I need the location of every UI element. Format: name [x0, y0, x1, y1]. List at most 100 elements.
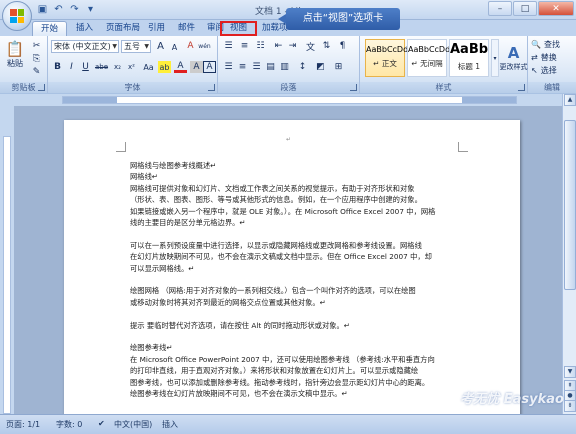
format-painter-icon[interactable]: ✎	[30, 66, 43, 78]
text-line: 可以在一系列预设度量中进行选择，以显示或隐藏网格线或更改网格和参考线设置。网格线	[130, 240, 422, 250]
text-line: 提示 要临时替代对齐选项，请在按住 Alt 的同时拖动形状或对象。↵	[130, 320, 350, 330]
undo-icon[interactable]: ↶	[52, 3, 65, 16]
shading-icon[interactable]: ◩	[314, 61, 327, 73]
ruler-right-margin	[462, 97, 516, 103]
tab-references[interactable]: 引用	[140, 21, 173, 36]
font-color-button[interactable]: A	[174, 61, 187, 73]
vertical-ruler[interactable]	[0, 106, 14, 414]
status-language[interactable]: 中文(中国)	[114, 419, 152, 430]
shrink-font-icon[interactable]: A	[168, 41, 181, 53]
show-marks-icon[interactable]: ¶	[336, 40, 349, 52]
clipboard-launcher-icon[interactable]	[38, 84, 45, 91]
distributed-icon[interactable]: ▥	[278, 61, 291, 73]
style-heading-1[interactable]: AaBb 标题 1	[449, 39, 489, 77]
maximize-button[interactable]: □	[513, 1, 537, 16]
character-border-button[interactable]: A	[203, 61, 216, 73]
select-icon: ↖	[531, 66, 538, 75]
cut-icon[interactable]: ✂	[30, 40, 43, 52]
character-shading-button[interactable]: A	[190, 61, 203, 73]
chevron-down-icon: ▼	[112, 43, 117, 50]
next-page-icon[interactable]: ⇟	[564, 400, 576, 412]
italic-button[interactable]: I	[65, 61, 78, 73]
find-icon: 🔍	[531, 40, 541, 49]
document-page[interactable]: ↵ 网格线与绘图参考线概述↵ 网格线↵ 网格线可提供对象和幻灯片、文档或工作表之间关…	[64, 120, 520, 414]
scroll-thumb[interactable]	[564, 120, 576, 290]
superscript-button[interactable]: x²	[125, 61, 138, 73]
text-line: 可以显示网格线。↵	[130, 263, 195, 273]
bullets-icon[interactable]: ☰	[222, 40, 235, 52]
spelling-check-icon[interactable]: ✔	[98, 419, 105, 428]
underline-button[interactable]: U	[79, 61, 92, 73]
chevron-down-icon: ▼	[144, 43, 149, 50]
save-icon[interactable]: ▣	[36, 3, 49, 16]
qat-dropdown-icon[interactable]: ▾	[84, 3, 97, 16]
minimize-button[interactable]: –	[488, 1, 512, 16]
styles-group-label: 样式	[360, 82, 527, 93]
borders-icon[interactable]: ⊞	[332, 61, 345, 73]
multilevel-list-icon[interactable]: ☷	[254, 40, 267, 52]
scroll-up-icon[interactable]: ▲	[564, 94, 576, 106]
strikethrough-button[interactable]: abe	[95, 61, 108, 73]
text-line: 网格线可提供对象和幻灯片、文档或工作表之间关系的视觉提示，有助于对齐形状和对象	[130, 183, 415, 193]
quick-access-toolbar: ▣ ↶ ↷ ▾	[36, 3, 97, 16]
sort-icon[interactable]: ⇅	[320, 40, 333, 52]
paste-button[interactable]: 📋 粘贴	[4, 39, 26, 69]
justify-icon[interactable]: ▤	[264, 61, 277, 73]
clear-format-icon[interactable]: A	[184, 40, 197, 52]
styles-group: AaBbCcDd ↵ 正文 AaBbCcDd ↵ 无间隔 AaBb 标题 1 ▾…	[360, 36, 528, 93]
numbering-icon[interactable]: ≡	[238, 40, 251, 52]
bold-button[interactable]: B	[51, 61, 64, 73]
document-area: ↵ 网格线与绘图参考线概述↵ 网格线↵ 网格线可提供对象和幻灯片、文档或工作表之间关…	[14, 106, 562, 414]
style-normal[interactable]: AaBbCcDd ↵ 正文	[365, 39, 408, 77]
paste-icon: 📋	[5, 39, 25, 58]
clipboard-group: 📋 粘贴 ✂ ⎘ ✎ 剪贴板	[0, 36, 48, 93]
font-size-dropdown[interactable]: 五号 ▼	[121, 40, 151, 53]
redo-icon[interactable]: ↷	[68, 3, 81, 16]
grow-font-icon[interactable]: A	[154, 40, 167, 52]
align-center-icon[interactable]: ≡	[236, 61, 249, 73]
paragraph-group-label: 段落	[218, 82, 359, 93]
paragraph-launcher-icon[interactable]	[350, 84, 357, 91]
increase-indent-icon[interactable]: ⇥	[286, 40, 299, 52]
replace-button[interactable]: ⇄ 替换	[531, 52, 557, 63]
find-button[interactable]: 🔍 查找	[531, 39, 560, 50]
scroll-down-icon[interactable]: ▼	[564, 366, 576, 378]
text-line: （形状、表、图表、图形、等号或其他形式的信息。例如，在一个应用程序中创建的对象。	[130, 195, 422, 205]
change-styles-button[interactable]: A 更改样式	[500, 39, 528, 77]
change-case-icon[interactable]: Aa	[142, 61, 155, 73]
close-button[interactable]: ✕	[538, 1, 574, 16]
phonetic-guide-icon[interactable]: wén	[198, 40, 211, 52]
align-right-icon[interactable]: ☰	[250, 61, 263, 73]
vertical-scrollbar[interactable]: ▲ ▼ ⇞ ● ⇟	[562, 94, 576, 414]
chinese-layout-icon[interactable]: 文	[304, 40, 317, 53]
font-name-dropdown[interactable]: 宋体 (中文正文) ▼	[51, 40, 119, 53]
tab-insert[interactable]: 插入	[68, 21, 101, 36]
status-words[interactable]: 字数: 0	[56, 419, 82, 430]
styles-scroll-icon[interactable]: ▾	[491, 39, 499, 77]
tab-home[interactable]: 开始	[32, 21, 68, 36]
highlight-button[interactable]: ab	[158, 61, 171, 73]
subscript-button[interactable]: x₂	[111, 61, 124, 73]
text-line: 的打印非直线，用于直观对齐对象。）来将形状和对象放置在幻灯片上。可以显示或隐藏绘	[130, 366, 419, 376]
crop-mark	[458, 142, 468, 152]
status-bar: 页面: 1/1 字数: 0 ✔ 中文(中国) 插入	[0, 414, 576, 434]
line-spacing-icon[interactable]: ↕	[296, 61, 309, 73]
status-page[interactable]: 页面: 1/1	[6, 419, 40, 430]
office-logo-icon	[10, 9, 24, 23]
font-launcher-icon[interactable]	[208, 84, 215, 91]
style-no-spacing[interactable]: AaBbCcDd ↵ 无间隔	[407, 39, 450, 77]
copy-icon[interactable]: ⎘	[30, 53, 43, 65]
align-left-icon[interactable]: ☰	[222, 61, 235, 73]
horizontal-ruler[interactable]	[0, 94, 576, 106]
status-mode[interactable]: 插入	[162, 419, 178, 430]
office-button[interactable]	[2, 1, 32, 31]
select-button[interactable]: ↖ 选择	[531, 65, 557, 76]
document-body[interactable]: 网格线与绘图参考线概述↵ 网格线↵ 网格线可提供对象和幻灯片、文档或工作表之间关系的…	[130, 160, 456, 399]
text-line: 在幻灯片放映期间不可见，也不会在演示文稿或文档中显示。但在 Office Exc…	[130, 252, 432, 262]
decrease-indent-icon[interactable]: ⇤	[272, 40, 285, 52]
styles-launcher-icon[interactable]	[518, 84, 525, 91]
editing-group: 🔍 查找 ⇄ 替换 ↖ 选择 编辑	[528, 36, 576, 93]
tab-view[interactable]: 视图	[220, 21, 258, 36]
